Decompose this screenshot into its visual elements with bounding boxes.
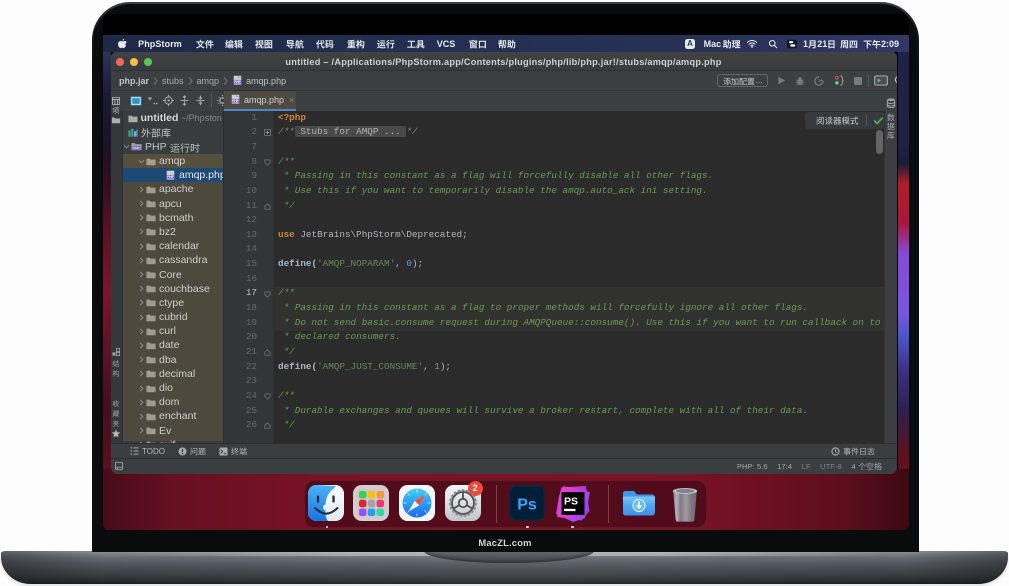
svg-text:PHP: PHP xyxy=(234,80,241,84)
svg-text:PHP: PHP xyxy=(134,146,140,150)
svg-text:PS: PS xyxy=(564,496,578,508)
svg-text:PHP: PHP xyxy=(232,99,239,103)
svg-text:Ps: Ps xyxy=(517,497,537,514)
svg-text:PHP: PHP xyxy=(167,175,174,179)
